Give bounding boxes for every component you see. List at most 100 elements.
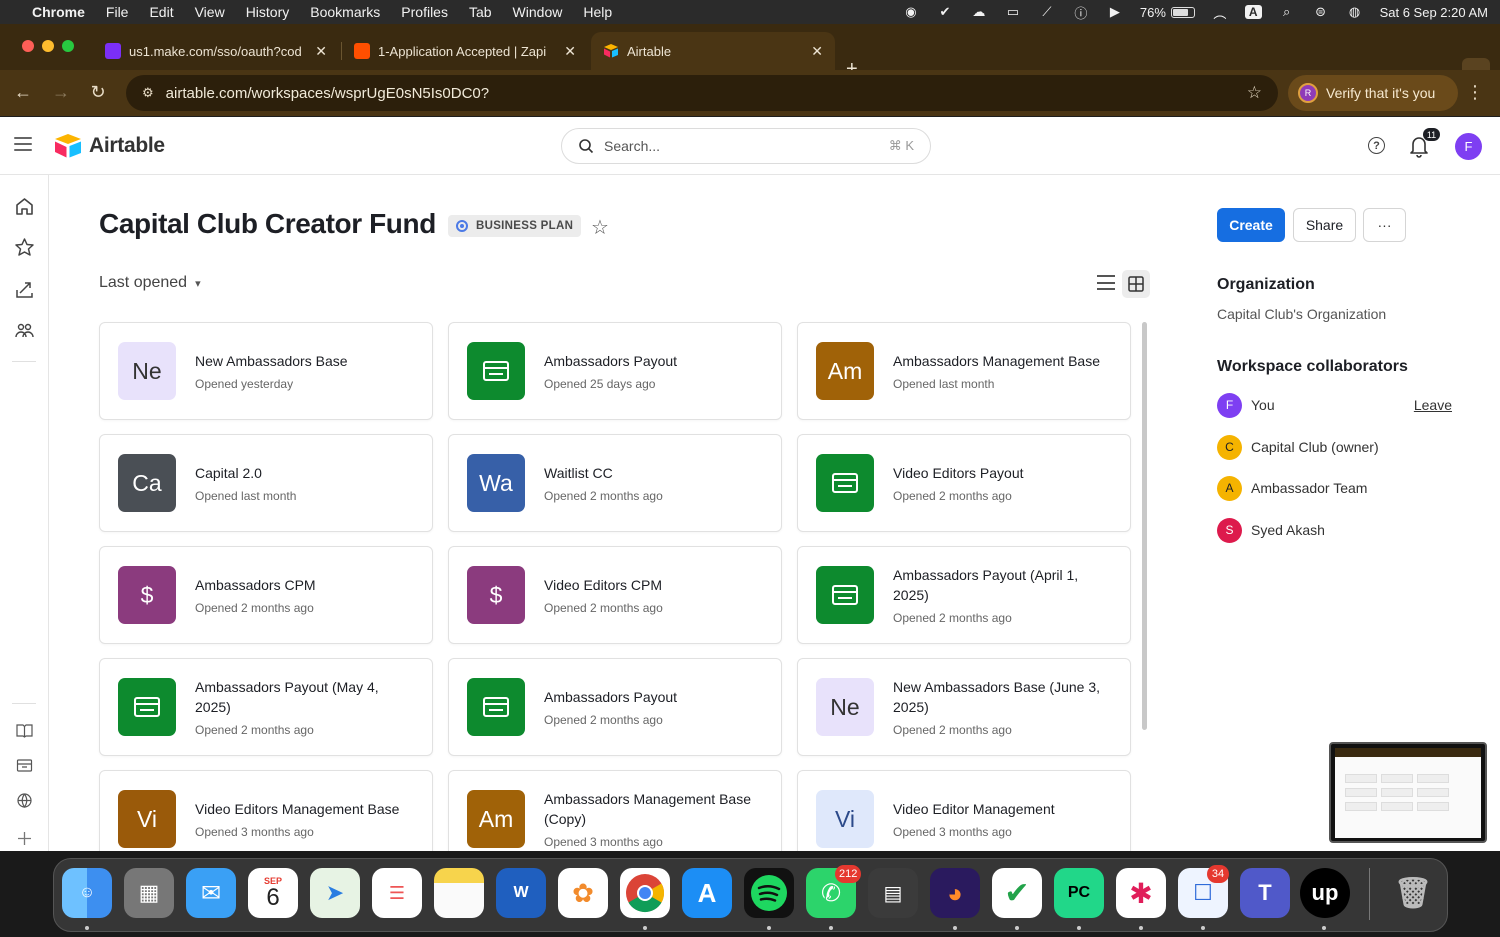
base-card[interactable]: Am Ambassadors Management Base (Copy) Open…: [448, 770, 782, 851]
base-card[interactable]: Video Editors Payout Opened 2 months ago: [797, 434, 1131, 532]
wifi-icon[interactable]: ︵: [1211, 5, 1229, 21]
app-store-icon[interactable]: A: [682, 868, 732, 918]
globe-icon[interactable]: [16, 792, 33, 809]
base-card[interactable]: Ambassadors Payout (April 1, 2025) Opened…: [797, 546, 1131, 644]
base-card[interactable]: Ne New Ambassadors Base (June 3, 2025) Ope…: [797, 658, 1131, 756]
close-tab-icon[interactable]: ✕: [811, 43, 823, 60]
base-card[interactable]: Vi Video Editors Management Base Opened 3 …: [99, 770, 433, 851]
home-icon[interactable]: [14, 196, 35, 217]
list-view-icon[interactable]: [1097, 275, 1115, 290]
marketplace-icon[interactable]: [16, 757, 33, 774]
site-settings-icon[interactable]: ⚙: [142, 85, 154, 101]
microsoft-word-icon[interactable]: W: [496, 868, 546, 918]
menu-bar-clock[interactable]: Sat 6 Sep 2:20 AM: [1380, 5, 1488, 20]
control-center-icon[interactable]: ⊜: [1312, 4, 1330, 19]
launchpad-icon[interactable]: ▦: [124, 868, 174, 918]
upwork-icon[interactable]: up: [1300, 868, 1350, 918]
base-card[interactable]: $ Video Editors CPM Opened 2 months ago: [448, 546, 782, 644]
menu-help[interactable]: Help: [583, 4, 612, 20]
menu-edit[interactable]: Edit: [149, 4, 173, 20]
airtable-logo[interactable]: Airtable: [53, 133, 165, 159]
shared-icon[interactable]: [14, 279, 35, 300]
base-card[interactable]: Wa Waitlist CC Opened 2 months ago: [448, 434, 782, 532]
weather-status-icon[interactable]: ☁: [970, 4, 988, 19]
spotify-icon[interactable]: [744, 868, 794, 918]
minimize-window-button[interactable]: [42, 40, 54, 52]
starred-icon[interactable]: [14, 237, 35, 258]
screenshot-thumbnail-preview[interactable]: [1329, 742, 1487, 843]
photos-icon[interactable]: ✿: [558, 868, 608, 918]
calendar-icon[interactable]: SEP 6: [248, 868, 298, 918]
close-tab-icon[interactable]: ✕: [564, 43, 576, 60]
pen-status-icon[interactable]: ⟋: [1038, 4, 1056, 19]
upwork-status-icon[interactable]: ◉: [902, 4, 920, 19]
base-card[interactable]: Ne New Ambassadors Base Opened yesterday: [99, 322, 433, 420]
play-status-icon[interactable]: ▶: [1106, 4, 1124, 19]
slack-icon[interactable]: ✱: [1116, 868, 1166, 918]
menu-app-chrome[interactable]: Chrome: [32, 4, 85, 20]
menu-tab[interactable]: Tab: [469, 4, 492, 20]
spotlight-search-icon[interactable]: ⌕: [1278, 4, 1296, 19]
reminders-icon[interactable]: ☰: [372, 868, 422, 918]
forward-arrow-icon[interactable]: →: [50, 82, 72, 103]
calculator-icon[interactable]: ▤: [868, 868, 918, 918]
zoom-window-button[interactable]: [62, 40, 74, 52]
menu-window[interactable]: Window: [513, 4, 563, 20]
input-source-badge[interactable]: A: [1244, 5, 1262, 19]
hamburger-menu-icon[interactable]: [14, 137, 32, 151]
more-options-button[interactable]: ···: [1363, 208, 1406, 242]
tab-make[interactable]: us1.make.com/sso/oauth?cod ✕: [93, 32, 339, 70]
grid-view-button[interactable]: [1122, 270, 1150, 298]
finder-icon[interactable]: ☺: [62, 868, 112, 918]
favorite-star-icon[interactable]: ☆: [591, 215, 609, 240]
trash-icon[interactable]: 🗑: [1388, 868, 1438, 918]
chrome-icon[interactable]: [620, 868, 670, 918]
info-status-icon[interactable]: ⓘ: [1072, 5, 1090, 21]
maps-icon[interactable]: ➤: [310, 868, 360, 918]
siri-icon[interactable]: ◍: [1346, 4, 1364, 19]
menu-history[interactable]: History: [246, 4, 290, 20]
battery-indicator[interactable]: 76%: [1140, 5, 1195, 20]
account-avatar[interactable]: F: [1455, 133, 1482, 160]
vertical-scrollbar[interactable]: [1142, 322, 1147, 730]
help-icon[interactable]: ?: [1368, 137, 1385, 154]
base-card[interactable]: Ambassadors Payout Opened 25 days ago: [448, 322, 782, 420]
tab-zapier[interactable]: 1-Application Accepted | Zapi ✕: [342, 32, 588, 70]
firefox-icon[interactable]: ◕: [930, 868, 980, 918]
reload-icon[interactable]: ↻: [87, 82, 109, 103]
bookmark-star-icon[interactable]: ☆: [1247, 83, 1262, 103]
microsoft-teams-icon[interactable]: T: [1240, 868, 1290, 918]
menu-bookmarks[interactable]: Bookmarks: [310, 4, 380, 20]
menu-file[interactable]: File: [106, 4, 129, 20]
workspaces-icon[interactable]: [14, 320, 35, 341]
close-tab-icon[interactable]: ✕: [315, 43, 327, 60]
add-icon[interactable]: [16, 830, 33, 847]
search-input[interactable]: Search... ⌘ K: [561, 128, 931, 164]
task-checker-icon[interactable]: ✔: [992, 868, 1042, 918]
base-card[interactable]: Ambassadors Payout Opened 2 months ago: [448, 658, 782, 756]
base-card[interactable]: Vi Video Editor Management Opened 3 months…: [797, 770, 1131, 851]
back-arrow-icon[interactable]: ←: [12, 82, 34, 103]
share-button[interactable]: Share: [1293, 208, 1356, 242]
close-window-button[interactable]: [22, 40, 34, 52]
base-card[interactable]: Am Ambassadors Management Base Opened last…: [797, 322, 1131, 420]
menu-view[interactable]: View: [195, 4, 225, 20]
leave-workspace-link[interactable]: Leave: [1414, 397, 1452, 413]
checkmark-status-icon[interactable]: ✔: [936, 4, 954, 19]
organization-name[interactable]: Capital Club's Organization: [1217, 306, 1386, 322]
menu-profiles[interactable]: Profiles: [401, 4, 448, 20]
address-bar[interactable]: ⚙ airtable.com/workspaces/wsprUgE0sN5Is0…: [126, 75, 1278, 111]
sort-dropdown[interactable]: Last opened ▾: [99, 274, 201, 292]
create-button[interactable]: Create: [1217, 208, 1285, 242]
base-card[interactable]: Ambassadors Payout (May 4, 2025) Opened 2…: [99, 658, 433, 756]
base-card[interactable]: $ Ambassadors CPM Opened 2 months ago: [99, 546, 433, 644]
chrome-menu-icon[interactable]: ⋮: [1466, 82, 1484, 103]
workspace-title[interactable]: Capital Club Creator Fund: [99, 208, 436, 240]
display-status-icon[interactable]: ▭: [1004, 4, 1022, 19]
base-card[interactable]: Ca Capital 2.0 Opened last month: [99, 434, 433, 532]
verify-identity-button[interactable]: R Verify that it's you: [1288, 75, 1458, 111]
plan-badge[interactable]: BUSINESS PLAN: [448, 215, 582, 237]
templates-book-icon[interactable]: [16, 722, 33, 739]
notes-icon[interactable]: [434, 868, 484, 918]
tab-airtable[interactable]: Airtable ✕: [591, 32, 835, 70]
